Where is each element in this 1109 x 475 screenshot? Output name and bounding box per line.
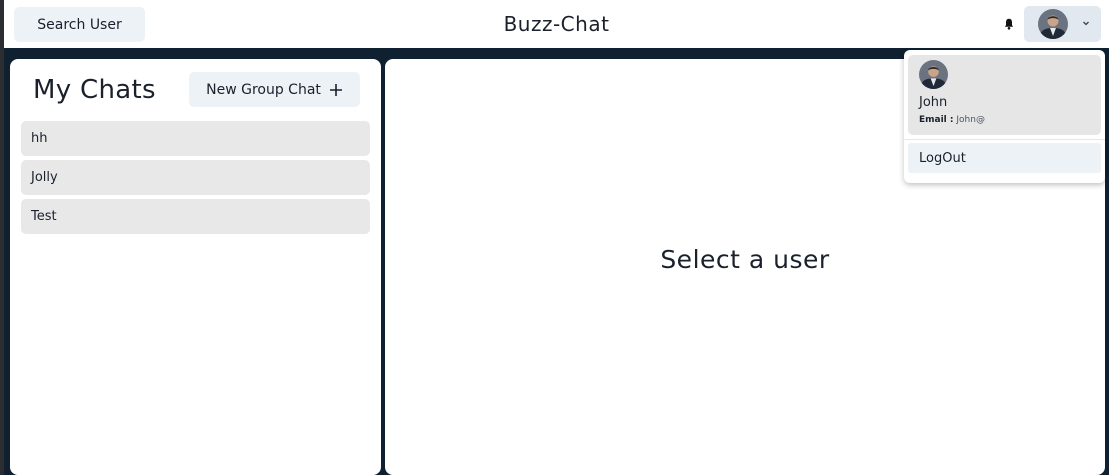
select-user-placeholder: Select a user xyxy=(660,245,830,274)
my-chats-title: My Chats xyxy=(33,75,156,105)
profile-menu-button[interactable] xyxy=(1024,6,1101,42)
chat-name: hh xyxy=(31,131,48,146)
profile-email: Email : John@ xyxy=(919,115,985,125)
chat-name: Test xyxy=(31,209,57,224)
search-user-label: Search User xyxy=(37,16,122,33)
app-title: Buzz-Chat xyxy=(4,0,1109,48)
profile-dropdown-menu: John Email : John@ LogOut xyxy=(904,50,1105,183)
chevron-down-icon xyxy=(1083,21,1089,26)
logout-menu-item[interactable]: LogOut xyxy=(908,143,1101,173)
search-user-button[interactable]: Search User xyxy=(14,7,145,42)
profile-card[interactable]: John Email : John@ xyxy=(908,55,1101,135)
logout-label: LogOut xyxy=(919,150,966,166)
new-group-chat-label: New Group Chat xyxy=(206,81,321,98)
chat-list-item[interactable]: hh xyxy=(21,121,370,156)
top-bar: Search User Buzz-Chat xyxy=(4,0,1109,48)
email-value: John@ xyxy=(956,115,985,125)
app-root: Search User Buzz-Chat My Chats New Group… xyxy=(4,0,1109,475)
chat-list-item[interactable]: Test xyxy=(21,199,370,234)
chat-name: Jolly xyxy=(31,170,58,185)
user-avatar xyxy=(919,60,948,89)
menu-divider xyxy=(904,139,1105,140)
plus-icon xyxy=(329,83,342,96)
user-avatar xyxy=(1038,9,1068,39)
app-title-text: Buzz-Chat xyxy=(503,12,610,36)
bell-icon[interactable] xyxy=(1004,18,1014,30)
my-chats-panel: My Chats New Group Chat hh Jolly Test xyxy=(10,59,381,475)
profile-name: John xyxy=(919,95,948,110)
chat-list-item[interactable]: Jolly xyxy=(21,160,370,195)
email-label: Email : xyxy=(919,115,954,125)
new-group-chat-button[interactable]: New Group Chat xyxy=(189,72,360,107)
